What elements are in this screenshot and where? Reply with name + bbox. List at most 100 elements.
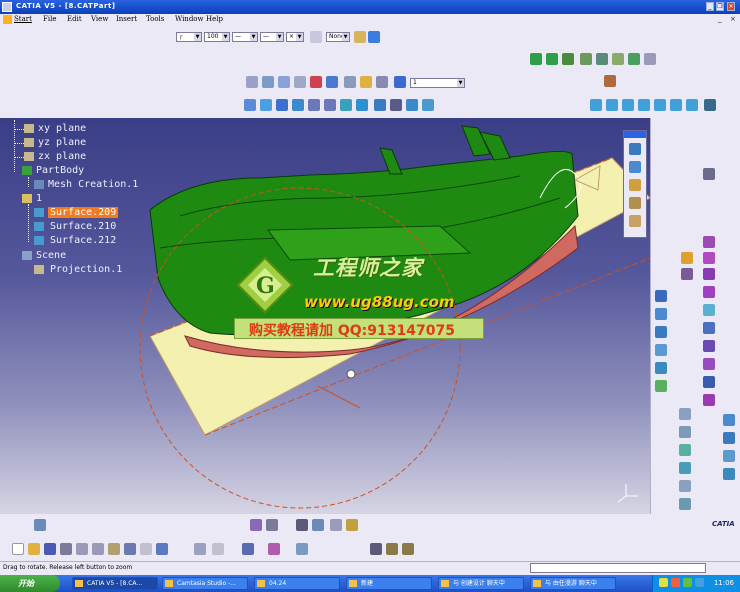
isometric-view-icon[interactable] (686, 99, 698, 111)
formula-icon[interactable] (250, 519, 262, 531)
tray-icon-4[interactable] (695, 578, 704, 587)
tool-icon-1[interactable] (681, 252, 693, 264)
tool-icon-15[interactable] (655, 326, 667, 338)
tree-item-projection[interactable]: Projection.1 (50, 264, 122, 275)
insert-geoset-icon[interactable] (402, 543, 414, 555)
normal-view-icon[interactable] (340, 99, 352, 111)
tree-item-surface-209[interactable]: Surface.209 (48, 207, 119, 218)
tool-icon-2[interactable] (681, 268, 693, 280)
left-view-icon[interactable] (622, 99, 634, 111)
insert-body-icon[interactable] (386, 543, 398, 555)
macro-icon[interactable] (346, 519, 358, 531)
task-catia[interactable]: CATIA V5 - [8.CA... (72, 577, 158, 590)
move-icon[interactable] (530, 53, 542, 65)
tool-icon-19[interactable] (679, 408, 691, 420)
fit-all-icon[interactable] (260, 99, 272, 111)
rotate-icon[interactable] (562, 53, 574, 65)
back-view-icon[interactable] (606, 99, 618, 111)
line-weight-combo[interactable]: 100 ▼ (204, 32, 230, 42)
paste-icon[interactable] (108, 543, 120, 555)
menu-edit[interactable]: Edit (67, 15, 82, 23)
cut-icon[interactable] (76, 543, 88, 555)
select-icon[interactable] (703, 168, 715, 180)
tree-item-surface-212[interactable]: Surface.212 (50, 235, 116, 246)
cloud-tool-icon[interactable] (629, 179, 641, 191)
mesh-tool-icon[interactable] (629, 143, 641, 155)
tool-icon-26[interactable] (723, 432, 735, 444)
print-icon[interactable] (60, 543, 72, 555)
hide-show-icon[interactable] (406, 99, 418, 111)
save-icon[interactable] (44, 543, 56, 555)
tool-icon-3[interactable] (703, 236, 715, 248)
measure-icon[interactable] (376, 76, 388, 88)
doc-close-button[interactable]: × (730, 15, 736, 23)
start-button[interactable]: 开始 (0, 575, 60, 592)
tree-expand-icon[interactable] (268, 543, 280, 555)
top-view-icon[interactable] (654, 99, 666, 111)
new-file-icon[interactable] (12, 543, 24, 555)
tray-icon-2[interactable] (671, 578, 680, 587)
copy-icon[interactable] (92, 543, 104, 555)
zoom-in-icon[interactable] (308, 99, 320, 111)
curve-icon[interactable] (310, 76, 322, 88)
tool-icon-8[interactable] (703, 322, 715, 334)
create-multi-view-icon[interactable] (356, 99, 368, 111)
tool-icon-21[interactable] (679, 444, 691, 456)
tool-icon-18[interactable] (655, 380, 667, 392)
painter-icon[interactable] (354, 31, 366, 43)
update-icon[interactable] (194, 543, 206, 555)
tree-item-geoset-1[interactable]: 1 (36, 193, 42, 204)
grid-icon[interactable] (294, 76, 306, 88)
comment-icon[interactable] (266, 519, 278, 531)
table-icon[interactable] (296, 519, 308, 531)
thickness-combo[interactable]: — ▼ (260, 32, 284, 42)
tool-icon-9[interactable] (703, 340, 715, 352)
floating-toolbar-header[interactable] (624, 131, 646, 138)
constraint-icon[interactable] (212, 543, 224, 555)
task-folder-new[interactable]: 新建 (346, 577, 432, 590)
tool-icon-23[interactable] (679, 480, 691, 492)
tool-icon-7[interactable] (703, 304, 715, 316)
task-folder-0424[interactable]: 04.24 (254, 577, 340, 590)
tree-item-surface-210[interactable]: Surface.210 (50, 221, 116, 232)
start-menu-icon[interactable] (3, 15, 12, 24)
undo-icon[interactable] (124, 543, 136, 555)
minimize-button[interactable]: _ (706, 2, 714, 11)
curve-tool-icon[interactable] (629, 215, 641, 227)
line-style-combo[interactable]: ┌ ▼ (176, 32, 202, 42)
surface-icon[interactable] (344, 76, 356, 88)
tool-icon-25[interactable] (723, 414, 735, 426)
apply-material-icon[interactable] (604, 75, 616, 87)
tool-icon-13[interactable] (655, 290, 667, 302)
tool-icon-16[interactable] (655, 344, 667, 356)
rotate-view-icon[interactable] (292, 99, 304, 111)
plane-icon[interactable] (326, 76, 338, 88)
current-layer-combo[interactable]: 1 ▼ (410, 78, 465, 88)
point-symbol-combo[interactable]: × ▼ (286, 32, 304, 42)
tool-icon-11[interactable] (703, 376, 715, 388)
hierarchy-icon[interactable] (312, 519, 324, 531)
tray-icon-1[interactable] (659, 578, 668, 587)
menu-insert[interactable]: Insert (116, 15, 137, 23)
task-camtasia[interactable]: Camtasia Studio -... (162, 577, 248, 590)
tool-icon-5[interactable] (703, 268, 715, 280)
task-chat-1[interactable]: 与 创建设计 聊天中 (438, 577, 524, 590)
line-icon[interactable] (278, 76, 290, 88)
tool-icon-24[interactable] (679, 498, 691, 510)
point-icon[interactable] (262, 76, 274, 88)
menu-file[interactable]: File (43, 15, 56, 23)
axis-to-axis-icon[interactable] (628, 53, 640, 65)
bottom-view-icon[interactable] (670, 99, 682, 111)
front-view-icon[interactable] (590, 99, 602, 111)
menu-view[interactable]: View (91, 15, 108, 23)
tool-icon-20[interactable] (679, 426, 691, 438)
pan-icon[interactable] (276, 99, 288, 111)
tool-icon-28[interactable] (723, 468, 735, 480)
body-icon[interactable] (370, 543, 382, 555)
doc-minimize-button[interactable]: _ (718, 15, 722, 23)
knowledge-icon[interactable] (296, 543, 308, 555)
menu-help[interactable]: Help (206, 15, 223, 23)
line-type-combo[interactable]: — ▼ (232, 32, 258, 42)
layer-filter-icon[interactable] (394, 76, 406, 88)
3d-viewport[interactable]: G (0, 118, 650, 514)
